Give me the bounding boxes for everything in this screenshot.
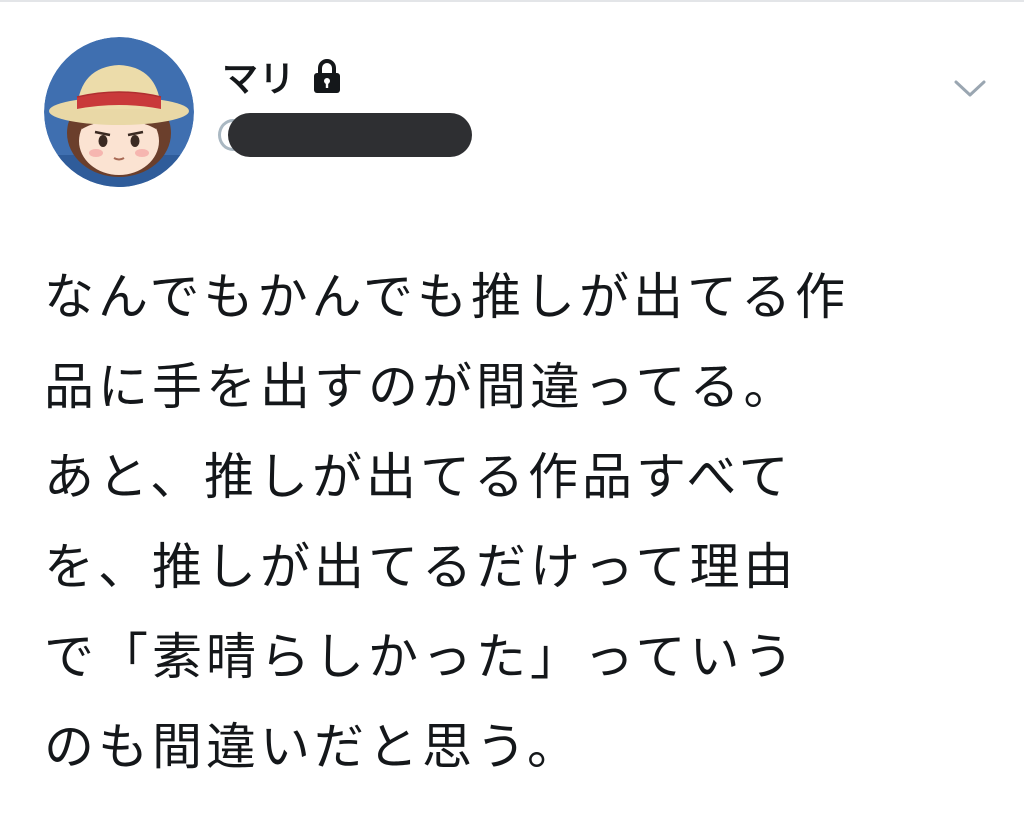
tweet-text-line: なんでもかんでも推しが出てる作 [44, 268, 849, 326]
display-name[interactable]: マリ [222, 50, 296, 102]
handle-redaction [228, 113, 472, 157]
chevron-down-icon[interactable] [950, 74, 990, 104]
tweet-text-line: で「素晴らしかった」っていう [44, 628, 798, 686]
tweet-text-line: のも間違いだと思う。 [44, 718, 581, 776]
tweet-card: マリ なんでもかんでも推しが出てる作 品に手を出すのが間違ってる。 あと、推しが… [0, 0, 1024, 816]
lock-icon [312, 57, 342, 95]
tweet-text: なんでもかんでも推しが出てる作 品に手を出すのが間違ってる。 あと、推しが出てる… [44, 252, 990, 792]
tweet-text-line: あと、推しが出てる作品すべて [44, 448, 793, 506]
avatar-image [44, 37, 194, 187]
avatar[interactable] [44, 37, 194, 187]
tweet-text-line: を、推しが出てるだけって理由 [44, 538, 798, 596]
author-name-row[interactable]: マリ [222, 52, 342, 100]
tweet-text-line: 品に手を出すのが間違ってる。 [44, 358, 798, 416]
top-divider [0, 0, 1024, 2]
author-handle[interactable] [218, 113, 472, 157]
